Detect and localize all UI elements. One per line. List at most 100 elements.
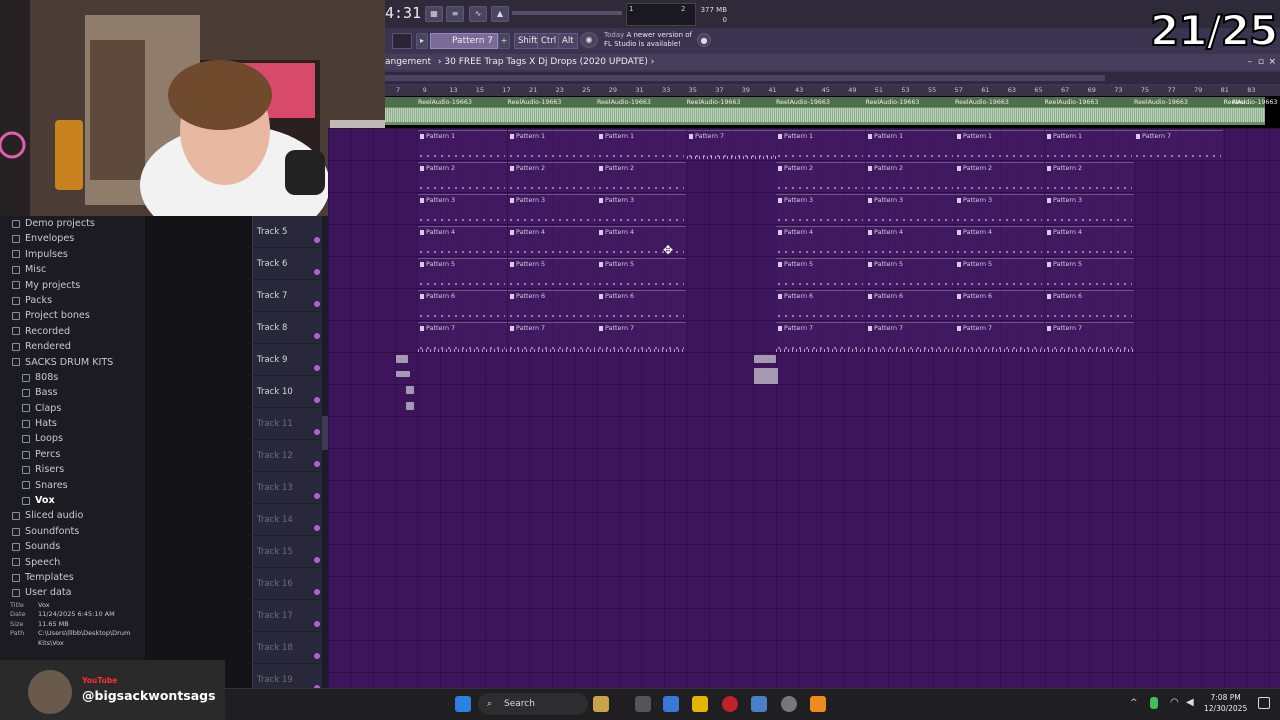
pattern-clip[interactable]: Pattern 4 bbox=[508, 226, 597, 256]
task-view-icon[interactable] bbox=[635, 696, 651, 712]
piano-icon[interactable]: ▦ bbox=[425, 6, 443, 22]
pattern-clip[interactable]: Pattern 4 bbox=[1045, 226, 1134, 256]
audio-clip-label[interactable]: ReelAudio-19663 bbox=[418, 99, 472, 106]
metronome-icon[interactable]: ▲ bbox=[491, 6, 509, 22]
pattern-clip[interactable]: Pattern 4 bbox=[955, 226, 1044, 256]
track-mute-icon[interactable] bbox=[314, 589, 320, 595]
browser-item[interactable]: Project bones bbox=[0, 308, 145, 323]
pattern-clip[interactable]: Pattern 7 bbox=[776, 322, 865, 352]
browser-item[interactable]: Soundfonts bbox=[0, 524, 145, 539]
pattern-clip[interactable]: Pattern 6 bbox=[866, 290, 955, 320]
copilot-icon[interactable] bbox=[663, 696, 679, 712]
track-header[interactable]: Track 15 bbox=[253, 536, 323, 568]
audio-clip-label[interactable]: ReelAudio-19663 bbox=[866, 99, 920, 106]
track-mute-icon[interactable] bbox=[314, 397, 320, 403]
pattern-clip[interactable]: Pattern 7 bbox=[1134, 130, 1223, 160]
browser-item[interactable]: Sounds bbox=[0, 539, 145, 554]
track-header[interactable]: Track 9 bbox=[253, 344, 323, 376]
audio-clip-label[interactable]: ReelAudio-19663 bbox=[1045, 99, 1099, 106]
audio-clip-label[interactable]: ReelAudio-19663 bbox=[687, 99, 741, 106]
browser-item[interactable]: My projects bbox=[0, 278, 145, 293]
pattern-clip[interactable]: Pattern 5 bbox=[597, 258, 686, 288]
track-mute-icon[interactable] bbox=[314, 269, 320, 275]
audio-clip-label[interactable]: ReelAudio-19663 bbox=[508, 99, 562, 106]
browser-item[interactable]: Recorded bbox=[0, 324, 145, 339]
file-explorer-icon[interactable] bbox=[692, 696, 708, 712]
fl-studio-icon[interactable] bbox=[810, 696, 826, 712]
system-clock[interactable]: 7:08 PM 12/30/2025 bbox=[1204, 692, 1247, 714]
track-mute-icon[interactable] bbox=[314, 429, 320, 435]
opera-icon[interactable] bbox=[722, 696, 738, 712]
track-mute-icon[interactable] bbox=[314, 333, 320, 339]
track-header[interactable]: Track 13 bbox=[253, 472, 323, 504]
news-panel[interactable]: Today A newer version of FL Studio is av… bbox=[604, 31, 692, 49]
browser-item[interactable]: Bass bbox=[0, 385, 145, 400]
pattern-clip[interactable]: Pattern 7 bbox=[418, 322, 507, 352]
vertical-scrollbar[interactable] bbox=[322, 216, 328, 688]
browser-item[interactable]: Demo projects bbox=[0, 216, 145, 231]
pattern-clip[interactable]: Pattern 3 bbox=[1045, 194, 1134, 224]
pattern-clip[interactable]: Pattern 2 bbox=[418, 162, 507, 192]
pattern-clip[interactable]: Pattern 5 bbox=[418, 258, 507, 288]
pattern-clip[interactable]: Pattern 6 bbox=[508, 290, 597, 320]
browser-item[interactable]: Rendered bbox=[0, 339, 145, 354]
pattern-clip[interactable]: Pattern 6 bbox=[955, 290, 1044, 320]
browser-item[interactable]: Risers bbox=[0, 462, 145, 477]
track-header[interactable]: Track 11 bbox=[253, 408, 323, 440]
audio-snippet[interactable] bbox=[406, 402, 414, 410]
browser-item[interactable]: Templates bbox=[0, 570, 145, 585]
pattern-clip[interactable]: Pattern 4 bbox=[418, 226, 507, 256]
pattern-clip[interactable]: Pattern 2 bbox=[1045, 162, 1134, 192]
pattern-clip[interactable]: Pattern 2 bbox=[955, 162, 1044, 192]
browser-item[interactable]: Packs bbox=[0, 293, 145, 308]
widgets-icon[interactable] bbox=[593, 696, 609, 712]
ctrl-key-button[interactable]: Ctrl bbox=[537, 33, 561, 49]
browser-item[interactable]: Speech bbox=[0, 555, 145, 570]
pattern-clip[interactable]: Pattern 2 bbox=[597, 162, 686, 192]
audio-clip-label[interactable]: ReelAudio-19663 bbox=[1134, 99, 1188, 106]
pattern-clip[interactable]: Pattern 6 bbox=[1045, 290, 1134, 320]
tray-chevron-icon[interactable]: ^ bbox=[1130, 698, 1138, 708]
track-header[interactable]: Track 7 bbox=[253, 280, 323, 312]
track-header[interactable]: Track 6 bbox=[253, 248, 323, 280]
pattern-clip[interactable]: Pattern 5 bbox=[508, 258, 597, 288]
audio-clip-label[interactable]: ReelAudio-19663 bbox=[955, 99, 1009, 106]
pattern-clip[interactable]: Pattern 3 bbox=[776, 194, 865, 224]
obs-icon[interactable] bbox=[781, 696, 797, 712]
track-header[interactable]: Track 18 bbox=[253, 632, 323, 664]
play-arrow-icon[interactable]: ▸ bbox=[416, 33, 428, 49]
pattern-clip[interactable]: Pattern 6 bbox=[418, 290, 507, 320]
browser-item[interactable]: 808s bbox=[0, 370, 145, 385]
minimize-icon[interactable]: – bbox=[1248, 54, 1253, 70]
browser-item[interactable]: Hats bbox=[0, 416, 145, 431]
pattern-clip[interactable]: Pattern 1 bbox=[418, 130, 507, 160]
track-header[interactable]: Track 8 bbox=[253, 312, 323, 344]
wave-icon[interactable]: ∿ bbox=[469, 6, 487, 22]
audio-snippet[interactable] bbox=[396, 371, 410, 377]
browser-item[interactable]: User data bbox=[0, 585, 145, 600]
notification-icon[interactable] bbox=[1258, 697, 1270, 709]
pattern-clip[interactable]: Pattern 5 bbox=[866, 258, 955, 288]
track-header[interactable]: Track 10 bbox=[253, 376, 323, 408]
pattern-clip[interactable]: Pattern 5 bbox=[1045, 258, 1134, 288]
pattern-clip[interactable]: Pattern 1 bbox=[776, 130, 865, 160]
volume-icon[interactable]: ◀ bbox=[1186, 697, 1194, 708]
pattern-clip[interactable]: Pattern 1 bbox=[866, 130, 955, 160]
pattern-clip[interactable]: Pattern 5 bbox=[955, 258, 1044, 288]
pattern-clip[interactable]: Pattern 7 bbox=[1045, 322, 1134, 352]
browser-item[interactable]: Impulses bbox=[0, 247, 145, 262]
pattern-clip[interactable]: Pattern 3 bbox=[866, 194, 955, 224]
microphone-icon[interactable] bbox=[1150, 697, 1158, 709]
audio-snippet[interactable] bbox=[754, 368, 778, 384]
audio-clip-label[interactable]: ReelAudio-19663 bbox=[776, 99, 830, 106]
pattern-clip[interactable]: Pattern 1 bbox=[955, 130, 1044, 160]
pattern-clip[interactable]: Pattern 4 bbox=[866, 226, 955, 256]
step-icon[interactable]: ≡ bbox=[446, 6, 464, 22]
pattern-clip[interactable]: Pattern 3 bbox=[955, 194, 1044, 224]
track-mute-icon[interactable] bbox=[314, 653, 320, 659]
windows-start-icon[interactable] bbox=[455, 696, 471, 712]
browser-item[interactable]: Loops bbox=[0, 431, 145, 446]
pattern-clip[interactable]: Pattern 1 bbox=[1045, 130, 1134, 160]
audio-snippet[interactable] bbox=[396, 355, 408, 363]
track-header[interactable]: Track 16 bbox=[253, 568, 323, 600]
